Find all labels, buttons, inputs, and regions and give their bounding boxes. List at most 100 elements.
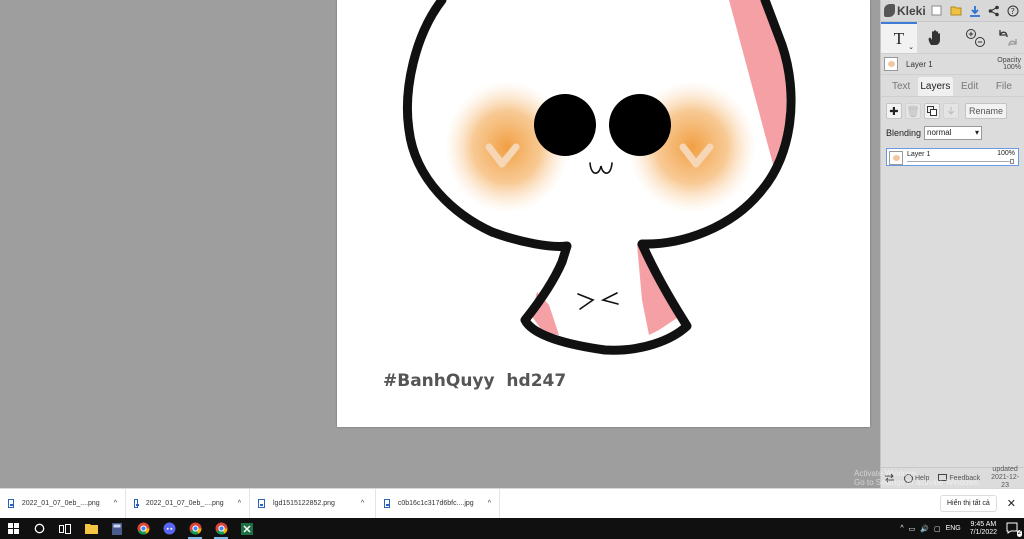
tab-edit[interactable]: Edit [953,77,987,96]
taskbar-calculator[interactable] [104,518,130,539]
search-icon [34,523,44,534]
notification-count: 2 [1016,529,1022,537]
add-layer-button[interactable]: ✚ [886,103,902,119]
tab-text[interactable]: Text [884,77,918,96]
file-icon [134,499,139,508]
blending-row: Blending normal [881,121,1024,145]
language-indicator[interactable]: ENG [946,525,961,532]
top-bar: Kleki ? [881,0,1024,22]
eye-right [609,94,671,156]
undo-redo-controls [999,29,1017,46]
download-item[interactable]: c0b16c1c317d6bfc....jpg ^ [376,488,500,519]
tab-layers[interactable]: Layers [918,77,953,96]
svg-text:?: ? [1011,7,1015,16]
search-button[interactable] [26,518,52,539]
folder-icon [84,524,98,534]
taskbar-discord[interactable] [156,518,182,539]
undo-redo-buttons [992,22,1024,53]
taskbar-file-explorer[interactable] [78,518,104,539]
display-icon[interactable]: ▢ [934,525,941,533]
taskbar-chrome[interactable] [130,518,156,539]
activation-watermark: Activate Windows Go to Settings to activ… [854,469,980,487]
trash-icon: 🗑 [906,105,920,118]
close-icon[interactable]: ✕ [1007,497,1016,510]
zoom-in-icon[interactable] [966,28,976,39]
taskbar: ^ ▭ 🔊 ▢ ENG 9:45 AM 7/1/2022 2 [0,518,1024,539]
download-item[interactable]: 2022_01_07_0eb_....png ^ [0,488,126,519]
hand-tool[interactable] [917,22,953,53]
download-icon [969,5,980,17]
drawing-canvas[interactable]: #BanhQuyy hd247 [337,0,870,427]
new-image-button[interactable] [929,2,945,19]
duplicate-icon [927,106,937,116]
opacity-value: 100% [1003,64,1021,71]
layer-opacity-slider[interactable] [907,161,1012,162]
file-icon [384,499,390,508]
panel-tabs: Text Layers Edit File [881,75,1024,97]
file-icon [8,499,14,508]
blending-label: Blending [886,128,922,138]
eye-left [534,94,596,156]
download-filename: lgd1515122852.png [273,500,335,507]
taskbar-chrome-window[interactable] [208,518,234,539]
save-button[interactable] [967,2,983,19]
excel-icon [241,522,253,535]
chevron-up-icon[interactable]: ^ [238,500,241,507]
delete-layer-button[interactable]: 🗑 [905,103,921,119]
kleki-logo-icon [884,4,895,17]
start-button[interactable] [0,518,26,539]
open-button[interactable] [948,2,964,19]
watermark-line1: Activate Windows [854,469,918,478]
mouth [589,162,613,174]
chrome-icon [215,522,227,535]
taskbar-chrome-window[interactable] [182,518,208,539]
chrome-icon [137,522,149,535]
file-icon [258,499,265,508]
download-filename: c0b16c1c317d6bfc....jpg [397,500,474,507]
undo-icon[interactable] [999,29,1008,37]
system-tray: ^ ▭ 🔊 ▢ ENG 9:45 AM 7/1/2022 2 [900,521,1024,537]
clock-time: 9:45 AM [970,520,997,528]
layer-buttons: ✚ 🗑 Rename [881,97,1024,121]
network-icon[interactable]: ▭ [909,525,916,533]
watermark-line2: Go to Settings to activate Windows. [854,478,981,487]
download-filename: 2022_01_07_0eb_....png [21,500,100,507]
share-icon [988,5,999,16]
updated-info: updated 2021-12-23 [989,466,1021,490]
opacity-readout: Opacity 100% [997,57,1021,71]
clock[interactable]: 9:45 AM 7/1/2022 [970,521,997,537]
blending-select[interactable]: normal [924,126,983,140]
show-all-button[interactable]: Hiển thị tất cả [939,495,997,512]
duplicate-layer-button[interactable] [924,103,940,119]
share-button[interactable] [986,2,1002,19]
hand-icon [928,29,940,45]
notification-button[interactable]: 2 [1006,522,1022,537]
chevron-up-icon[interactable]: ^ [114,500,117,507]
tab-file[interactable]: File [987,77,1021,96]
help-button[interactable]: ? [1005,2,1021,19]
layer-thumbnail [884,57,898,71]
workspace[interactable]: #BanhQuyy hd247 [0,0,880,488]
zoom-controls [966,28,985,47]
rename-button[interactable]: Rename [965,103,1008,119]
redo-icon[interactable] [1008,38,1017,46]
merge-down-button[interactable] [943,103,959,119]
chevron-up-icon[interactable]: ^ [900,525,903,532]
merge-down-icon [947,107,955,115]
layer-list-item[interactable]: Layer 1 100% [886,148,1019,166]
download-item[interactable]: 2022_01_07_0eb_....png ^ [126,488,250,519]
layer-item-opacity: 100% [997,150,1015,157]
chevron-up-icon[interactable]: ^ [361,500,364,507]
layer-opacity-knob[interactable] [1010,159,1014,164]
plus-icon: ✚ [889,105,899,118]
volume-icon[interactable]: 🔊 [920,525,929,533]
download-item[interactable]: lgd1515122852.png ^ [250,488,376,519]
taskbar-excel[interactable] [234,518,260,539]
task-view-button[interactable] [52,518,78,539]
chevron-up-icon[interactable]: ^ [488,500,491,507]
zoom-out-icon[interactable] [975,36,985,47]
chevron-down-icon: ⌄ [908,44,914,51]
updated-label: updated [992,466,1018,473]
text-tool[interactable]: T ⌄ [881,22,917,53]
discord-icon [163,522,175,535]
